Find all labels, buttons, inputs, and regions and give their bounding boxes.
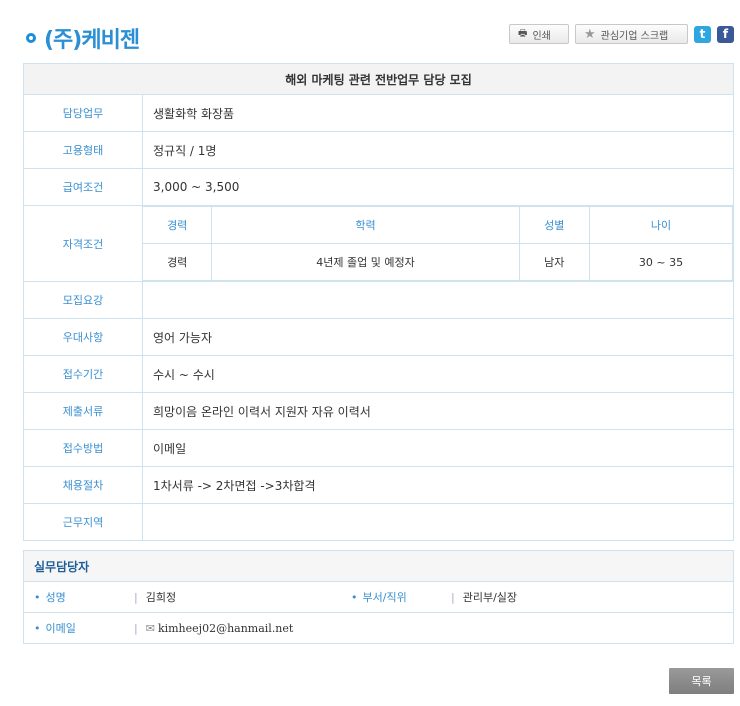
posting-title: 해외 마케팅 관련 전반업무 담당 모집 <box>23 63 734 95</box>
contact-row: • 성명 | 김희정 • 부서/직위 | 관리부/실장 <box>34 590 518 605</box>
table-row: 제출서류 희망이음 온라인 이력서 지원자 자유 이력서 <box>23 392 734 430</box>
row-value: 3,000 ~ 3,500 <box>142 168 734 206</box>
row-value: 정규직 / 1명 <box>142 131 734 169</box>
toolbar: 🖶 인쇄 ★ 관심기업 스크랩 t f <box>509 24 734 44</box>
row-label: 접수기간 <box>23 355 143 393</box>
row-label: 우대사항 <box>23 318 143 356</box>
qualification-row: 자격조건 경력 학력 성별 나이 경력 4년제 졸업 및 예정자 남자 30 ~… <box>23 205 734 282</box>
star-icon: ★ <box>584 26 596 42</box>
qual-value: 남자 <box>518 243 590 281</box>
printer-icon: 🖶 <box>518 27 528 39</box>
qualification-table: 경력 학력 성별 나이 경력 4년제 졸업 및 예정자 남자 30 ~ 35 <box>143 206 734 281</box>
row-label: 고용형태 <box>23 131 143 169</box>
row-value <box>142 281 734 319</box>
table-row: 고용형태 정규직 / 1명 <box>23 131 734 169</box>
contact-row: • 이메일 | ✉ kimheej02@hanmail.net <box>24 612 733 643</box>
row-label: 제출서류 <box>23 392 143 430</box>
row-label: 자격조건 <box>23 205 143 282</box>
qual-header: 경력 <box>143 206 213 244</box>
row-label: 담당업무 <box>23 94 143 132</box>
bullet-icon: • <box>34 590 41 604</box>
row-label: 근무지역 <box>23 503 143 541</box>
print-button[interactable]: 🖶 인쇄 <box>509 24 569 44</box>
row-label: 접수방법 <box>23 429 143 467</box>
list-button[interactable]: 목록 <box>669 668 734 694</box>
table-row: 채용절차 1차서류 -> 2차면접 ->3차합격 <box>23 466 734 504</box>
job-posting-table: 해외 마케팅 관련 전반업무 담당 모집 담당업무 생활화학 화장품 고용형태 … <box>23 63 734 541</box>
table-row: 근무지역 <box>23 503 734 541</box>
qual-header: 성별 <box>518 206 590 244</box>
qual-header: 학력 <box>211 206 520 244</box>
row-value: 이메일 <box>142 429 734 467</box>
contact-box: 실무담당자 • 성명 | 김희정 • 부서/직위 | 관리부/실장 • 이메일 … <box>23 550 734 644</box>
company-name: (주)케비젠 <box>44 28 140 53</box>
table-row: 급여조건 3,000 ~ 3,500 <box>23 168 734 206</box>
row-label: 급여조건 <box>23 168 143 206</box>
contact-title: 실무담당자 <box>24 551 733 582</box>
table-row: 담당업무 생활화학 화장품 <box>23 94 734 132</box>
qual-value: 경력 <box>143 243 213 281</box>
bullet-icon: • <box>351 590 358 604</box>
facebook-icon[interactable]: f <box>717 25 734 43</box>
scrap-label: 관심기업 스크랩 <box>600 30 669 42</box>
qual-header: 나이 <box>588 206 734 244</box>
row-label: 모집요강 <box>23 281 143 319</box>
dept-value: 관리부/실장 <box>462 591 518 604</box>
name-label: 성명 <box>45 591 66 604</box>
mail-icon: ✉ <box>145 621 155 635</box>
row-value: 생활화학 화장품 <box>142 94 734 132</box>
row-label: 채용절차 <box>23 466 143 504</box>
row-value: 1차서류 -> 2차면접 ->3차합격 <box>142 466 734 504</box>
table-row: 접수기간 수시 ~ 수시 <box>23 355 734 393</box>
email-label: 이메일 <box>45 622 76 635</box>
table-row: 모집요강 <box>23 281 734 319</box>
print-label: 인쇄 <box>532 30 551 42</box>
qual-value: 30 ~ 35 <box>588 243 734 281</box>
qual-value: 4년제 졸업 및 예정자 <box>211 243 520 281</box>
row-value: 희망이음 온라인 이력서 지원자 자유 이력서 <box>142 392 734 430</box>
row-value: 수시 ~ 수시 <box>142 355 734 393</box>
circle-bullet-icon <box>26 33 36 43</box>
bullet-icon: • <box>34 621 41 635</box>
twitter-icon[interactable]: t <box>694 25 711 43</box>
scrap-button[interactable]: ★ 관심기업 스크랩 <box>575 24 688 44</box>
dept-label: 부서/직위 <box>362 591 407 604</box>
table-row: 접수방법 이메일 <box>23 429 734 467</box>
name-value: 김희정 <box>145 591 177 604</box>
row-value <box>142 503 734 541</box>
company-header: (주)케비젠 <box>26 22 140 54</box>
table-row: 우대사항 영어 가능자 <box>23 318 734 356</box>
row-value: 영어 가능자 <box>142 318 734 356</box>
email-value[interactable]: kimheej02@hanmail.net <box>158 622 293 635</box>
